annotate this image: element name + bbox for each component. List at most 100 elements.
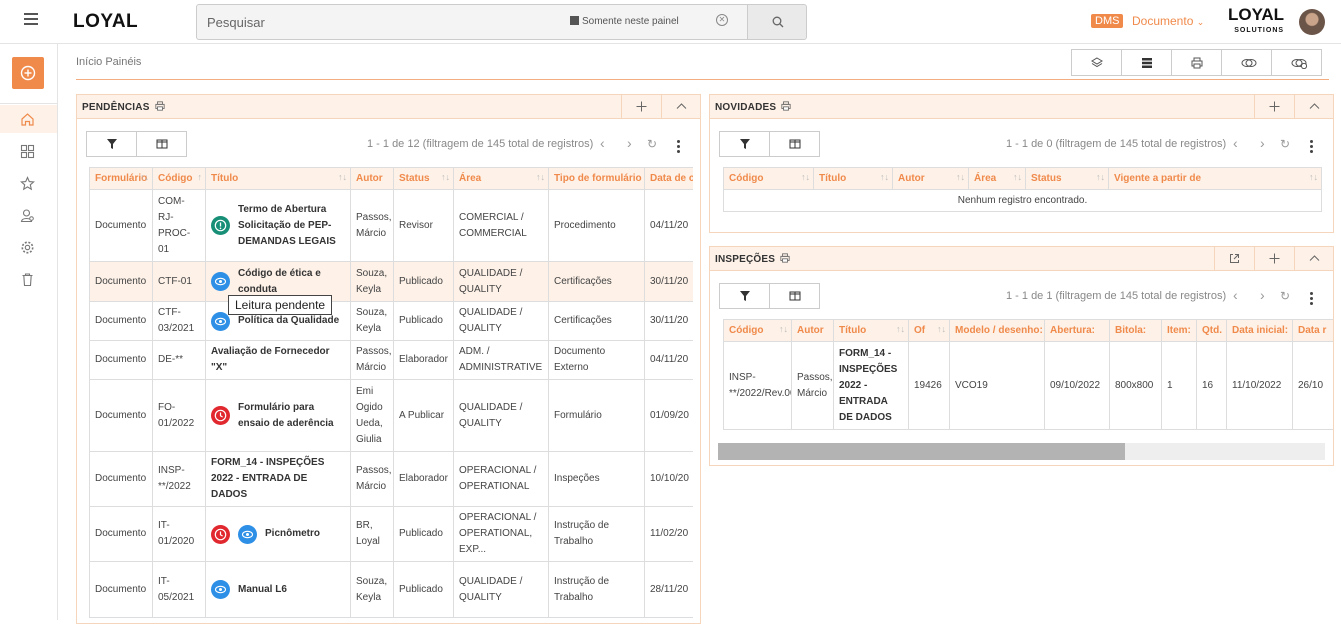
refresh-icon[interactable]: ↻ [1280, 137, 1290, 151]
menu-icon[interactable] [24, 13, 38, 25]
col-header-of[interactable]: Of ↑↓ [908, 319, 950, 342]
module-dropdown[interactable]: Documento ⌄ [1132, 14, 1204, 28]
eye-icon[interactable] [211, 580, 230, 599]
breadcrumb[interactable]: Início Painéis [76, 56, 141, 68]
col-header-model[interactable]: Modelo / desenho: [949, 319, 1045, 342]
sidebar-item-users[interactable] [0, 201, 57, 229]
col-header-form[interactable]: Formulário ↑↓ [89, 167, 153, 190]
table-row[interactable]: Documento IT-05/2021 Manual L6 Souza, Ke… [89, 561, 693, 618]
app-logo[interactable]: LOYAL [73, 11, 138, 33]
print-button[interactable] [1171, 49, 1222, 76]
move-button[interactable] [1254, 247, 1294, 271]
clear-icon[interactable]: ✕ [716, 14, 728, 26]
info-icon[interactable] [211, 216, 230, 235]
sidebar-item-favorites[interactable] [0, 169, 57, 197]
row-title[interactable]: Manual L6 [238, 582, 287, 598]
filter-button[interactable] [86, 131, 137, 157]
add-button[interactable] [12, 57, 44, 89]
prev-page-icon[interactable]: ‹ [1233, 287, 1238, 303]
next-page-icon[interactable]: › [1260, 287, 1265, 303]
col-header-area[interactable]: Área ↑↓ [453, 167, 549, 190]
prev-page-icon[interactable]: ‹ [600, 135, 605, 151]
columns-button[interactable] [769, 131, 820, 157]
filter-button[interactable] [719, 131, 770, 157]
collapse-button[interactable] [1294, 247, 1334, 271]
col-header-code[interactable]: Código ↑ [152, 167, 206, 190]
move-button[interactable] [1254, 95, 1294, 119]
search-input[interactable] [207, 12, 547, 32]
eye-icon[interactable] [211, 272, 230, 291]
sidebar-item-settings[interactable] [0, 233, 57, 261]
table-row[interactable]: Documento CTF-03/2021 Política da Qualid… [89, 301, 693, 341]
link-button[interactable] [1221, 49, 1272, 76]
col-header-item[interactable]: Item: [1161, 319, 1197, 342]
col-header-type[interactable]: Tipo de formulário [548, 167, 645, 190]
open-external-button[interactable] [1214, 247, 1254, 271]
col-header-title[interactable]: Título ↑↓ [833, 319, 909, 342]
col-header-status[interactable]: Status ↑↓ [1025, 167, 1109, 190]
print-icon[interactable] [781, 101, 791, 111]
columns-button[interactable] [136, 131, 187, 157]
filter-button[interactable] [719, 283, 770, 309]
col-header-area[interactable]: Área ↑↓ [968, 167, 1026, 190]
col-header-date-r[interactable]: Data r [1292, 319, 1333, 342]
table-row[interactable]: Documento DE-** Avaliação de Fornecedor … [89, 340, 693, 380]
row-title[interactable]: Termo de Abertura Solicitação de PEP-DEM… [238, 202, 345, 250]
sidebar-item-trash[interactable] [0, 265, 57, 293]
scrollbar-thumb[interactable] [718, 443, 1125, 460]
print-icon[interactable] [154, 101, 165, 111]
col-header-date[interactable]: Data de cr [644, 167, 693, 190]
horizontal-scrollbar[interactable] [718, 443, 1325, 460]
row-title[interactable]: Política da Qualidade [238, 313, 339, 329]
collapse-button[interactable] [1294, 95, 1334, 119]
col-header-qty[interactable]: Qtd. [1196, 319, 1227, 342]
print-icon[interactable] [780, 253, 790, 263]
col-header-author[interactable]: Autor ↑↓ [892, 167, 969, 190]
collapse-button[interactable] [661, 95, 701, 119]
table-row[interactable]: Documento COM-RJ-PROC-01 Termo de Abertu… [89, 189, 693, 262]
table-row[interactable]: Documento CTF-01 Código de ética e condu… [89, 261, 693, 302]
table-row[interactable]: Documento FO-01/2022 Formulário para ens… [89, 379, 693, 452]
col-header-gauge[interactable]: Bitola: [1109, 319, 1162, 342]
sidebar-item-home[interactable] [0, 105, 57, 133]
col-header-opening[interactable]: Abertura: [1044, 319, 1110, 342]
more-options-icon[interactable] [1310, 292, 1313, 307]
col-header-title[interactable]: Título ↑↓ [205, 167, 351, 190]
sidebar-item-dashboards[interactable] [0, 137, 57, 165]
more-options-icon[interactable] [1310, 140, 1313, 155]
col-header-start-date[interactable]: Data inicial: [1226, 319, 1293, 342]
row-title[interactable]: Formulário para ensaio de aderência [238, 400, 345, 432]
prev-page-icon[interactable]: ‹ [1233, 135, 1238, 151]
row-title[interactable]: FORM_14 - INSPEÇÕES 2022 - ENTRADA DE DA… [211, 457, 324, 500]
next-page-icon[interactable]: › [1260, 135, 1265, 151]
only-panel-checkbox[interactable]: Somente neste painel [570, 16, 679, 27]
table-row[interactable]: Documento INSP-**/2022 FORM_14 - INSPEÇÕ… [89, 451, 693, 507]
col-header-effective[interactable]: Vigente a partir de ↑↓ [1108, 167, 1322, 190]
clock-icon[interactable] [211, 406, 230, 425]
col-header-title[interactable]: Título ↑↓ [813, 167, 893, 190]
row-title[interactable]: FORM_14 - INSPEÇÕES 2022 - ENTRADA DE DA… [833, 341, 909, 430]
search-button[interactable] [747, 4, 807, 40]
move-button[interactable] [621, 95, 661, 119]
eye-icon[interactable] [238, 524, 257, 544]
refresh-icon[interactable]: ↻ [1280, 289, 1290, 303]
col-header-code[interactable]: Código ↑↓ [723, 167, 814, 190]
row-title[interactable]: Picnômetro [265, 526, 320, 542]
avatar[interactable] [1299, 9, 1325, 35]
layers-button[interactable] [1071, 49, 1122, 76]
columns-button[interactable] [769, 283, 820, 309]
clock-icon[interactable] [211, 524, 230, 544]
col-header-author[interactable]: Autor [350, 167, 394, 190]
row-title[interactable]: Código de ética e conduta [238, 266, 345, 298]
col-header-author[interactable]: Autor [791, 319, 834, 342]
list-view-button[interactable] [1121, 49, 1172, 76]
col-header-code[interactable]: Código ↑↓ [723, 319, 792, 342]
next-page-icon[interactable]: › [627, 135, 632, 151]
refresh-icon[interactable]: ↻ [647, 137, 657, 151]
row-title[interactable]: Avaliação de Fornecedor "X" [211, 346, 330, 373]
col-header-status[interactable]: Status ↑↓ [393, 167, 454, 190]
add-link-button[interactable] [1271, 49, 1322, 76]
table-row[interactable]: Documento IT-01/2020 Picnômetro BR, Loya… [89, 506, 693, 562]
table-row[interactable]: INSP-**/2022/Rev.00 Passos, Márcio FORM_… [723, 341, 1333, 430]
more-options-icon[interactable] [677, 140, 680, 155]
